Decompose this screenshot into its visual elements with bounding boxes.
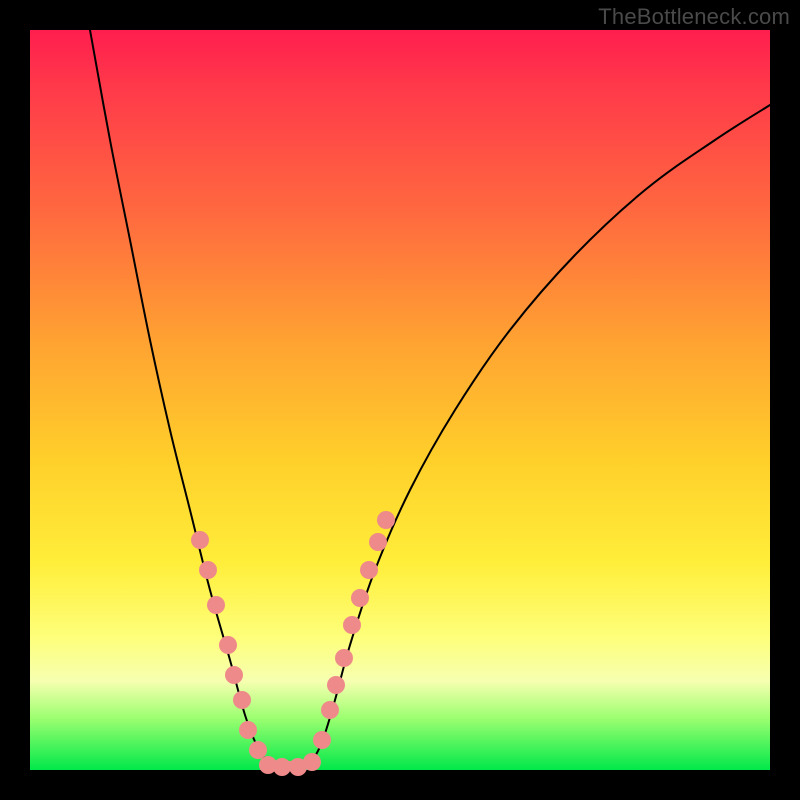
- series-left-arm: [90, 30, 270, 765]
- data-dot: [199, 561, 217, 579]
- data-dot: [233, 691, 251, 709]
- data-dot: [219, 636, 237, 654]
- data-dot: [313, 731, 331, 749]
- data-dot: [191, 531, 209, 549]
- data-dot: [239, 721, 257, 739]
- data-dot: [377, 511, 395, 529]
- data-dot: [327, 676, 345, 694]
- data-dot: [335, 649, 353, 667]
- data-dot: [225, 666, 243, 684]
- chart-overlay: [30, 30, 770, 770]
- data-dot: [369, 533, 387, 551]
- data-dot: [303, 753, 321, 771]
- dot-group: [191, 511, 395, 776]
- data-dot: [273, 758, 291, 776]
- data-dot: [351, 589, 369, 607]
- data-dot: [360, 561, 378, 579]
- data-dot: [343, 616, 361, 634]
- watermark-text: TheBottleneck.com: [598, 4, 790, 30]
- curve-group: [90, 30, 770, 765]
- data-dot: [249, 741, 267, 759]
- data-dot: [321, 701, 339, 719]
- series-right-arm: [310, 105, 770, 765]
- data-dot: [207, 596, 225, 614]
- chart-frame: TheBottleneck.com: [0, 0, 800, 800]
